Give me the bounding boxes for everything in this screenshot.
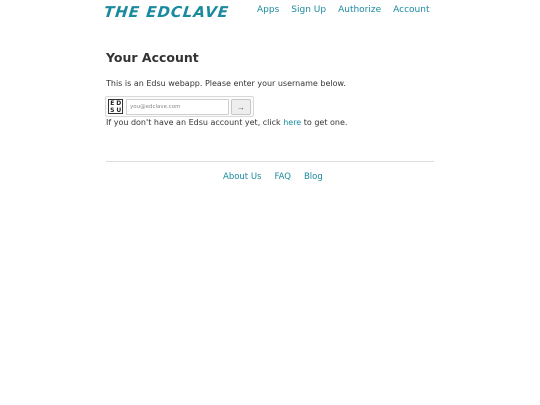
- main-nav: Apps Sign Up Authorize Account: [257, 5, 441, 15]
- nav-authorize[interactable]: Authorize: [338, 5, 381, 15]
- username-input[interactable]: [126, 99, 229, 115]
- signup-link[interactable]: here: [283, 118, 301, 127]
- login-form: E D S U →: [105, 96, 254, 117]
- footer-nav: About Us FAQ Blog: [223, 172, 336, 182]
- nav-sign-up[interactable]: Sign Up: [291, 5, 326, 15]
- signup-prompt: If you don't have an Edsu account yet, c…: [106, 118, 347, 127]
- badge-letter-u: U: [116, 107, 122, 114]
- signup-text-before: If you don't have an Edsu account yet, c…: [106, 118, 284, 127]
- nav-apps[interactable]: Apps: [257, 5, 279, 15]
- signup-text-after: to get one.: [301, 118, 348, 127]
- badge-letter-d: D: [116, 100, 122, 107]
- intro-text: This is an Edsu webapp. Please enter you…: [106, 79, 346, 88]
- page-title: Your Account: [106, 50, 199, 65]
- nav-account[interactable]: Account: [393, 5, 429, 15]
- footer-faq[interactable]: FAQ: [274, 172, 290, 182]
- footer-about-us[interactable]: About Us: [223, 172, 261, 182]
- footer-blog[interactable]: Blog: [304, 172, 323, 182]
- edsu-badge-icon: E D S U: [108, 99, 123, 114]
- submit-button[interactable]: →: [231, 99, 251, 115]
- page: THE EDCLAVE Apps Sign Up Authorize Accou…: [0, 0, 540, 405]
- site-logo[interactable]: THE EDCLAVE: [103, 3, 230, 21]
- footer-divider: [106, 161, 434, 162]
